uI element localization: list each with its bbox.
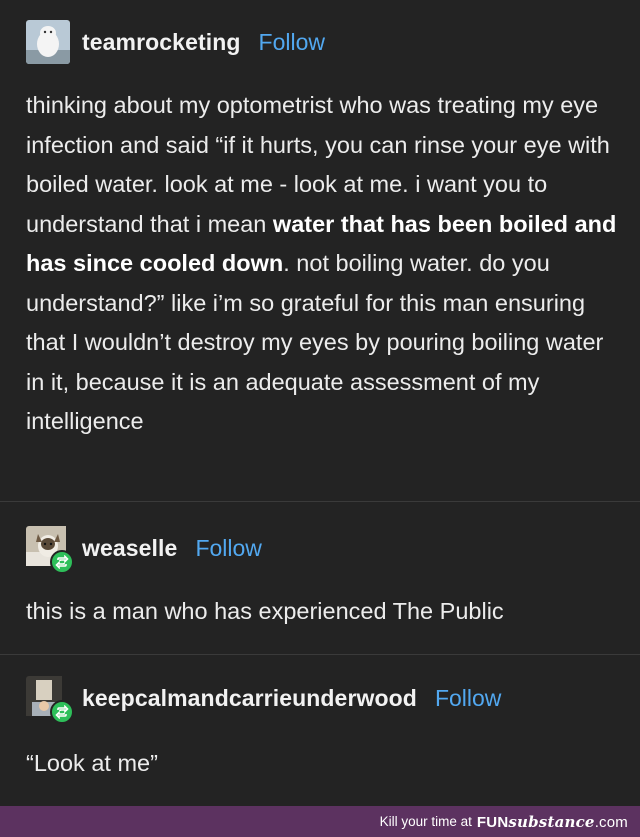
brand-part: .com: [594, 813, 628, 831]
site-brand[interactable]: FUNsubstance.com: [477, 813, 628, 831]
avatar[interactable]: [26, 676, 74, 724]
follow-button[interactable]: Follow: [195, 535, 261, 562]
follow-button[interactable]: Follow: [259, 29, 325, 56]
username[interactable]: teamrocketing: [82, 29, 241, 56]
brand-part: FUN: [476, 813, 509, 831]
username[interactable]: weaselle: [82, 535, 177, 562]
reblog-icon: [50, 700, 74, 724]
avatar[interactable]: [26, 20, 70, 64]
post-header: keepcalmandcarrieunderwood Follow: [26, 676, 501, 724]
reblog-icon: [50, 550, 74, 574]
post-body-text: . not boiling water. do you understand?”…: [26, 250, 604, 434]
watermark-footer: Kill your time at FUNsubstance.com: [0, 806, 640, 837]
avatar[interactable]: [26, 526, 74, 574]
post-header: weaselle Follow: [26, 526, 262, 574]
footer-text: Kill your time at: [379, 814, 472, 829]
post-body: “Look at me”: [26, 750, 158, 776]
post-body: this is a man who has experienced The Pu…: [26, 598, 504, 624]
avatar-image: [26, 20, 70, 64]
follow-button[interactable]: Follow: [435, 685, 501, 712]
post-header: teamrocketing Follow: [26, 20, 325, 64]
brand-part: substance: [508, 812, 595, 831]
post-body: thinking about my optometrist who was tr…: [26, 86, 618, 442]
username[interactable]: keepcalmandcarrieunderwood: [82, 685, 417, 712]
